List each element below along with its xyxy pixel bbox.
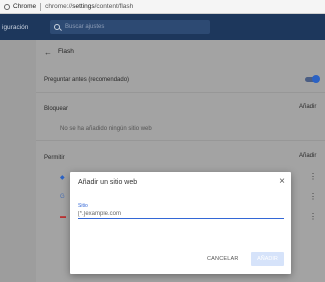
divider <box>36 140 325 141</box>
omnibox-site-label: Chrome <box>13 3 37 10</box>
add-button[interactable]: AÑADIR <box>251 252 284 266</box>
ask-first-toggle[interactable] <box>305 75 320 83</box>
back-arrow-icon[interactable]: ← <box>44 48 52 57</box>
divider <box>36 92 325 93</box>
more-menu-icon[interactable]: ⋮ <box>309 193 317 201</box>
url-path: /content/flash <box>94 3 134 10</box>
block-add-button[interactable]: Añadir <box>299 104 316 110</box>
search-box[interactable]: Buscar ajustes <box>50 20 210 34</box>
info-icon[interactable] <box>4 3 10 10</box>
toggle-knob <box>312 75 320 83</box>
dialog-title: Añadir un sitio web <box>78 179 138 186</box>
search-input[interactable]: Buscar ajustes <box>65 24 104 30</box>
allow-add-button[interactable]: Añadir <box>299 153 316 159</box>
url-host: settings <box>72 3 95 10</box>
site-input[interactable] <box>78 210 284 219</box>
add-site-dialog: Añadir un sitio web × Sitio CANCELAR AÑA… <box>70 172 291 274</box>
cancel-button[interactable]: CANCELAR <box>207 256 239 262</box>
google-favicon-icon: G <box>60 194 65 200</box>
site-field-label: Sitio <box>78 203 88 209</box>
url-prefix: chrome:// <box>45 3 73 10</box>
close-icon[interactable]: × <box>279 176 285 187</box>
page-title: iguración <box>2 23 29 31</box>
more-menu-icon[interactable]: ⋮ <box>309 173 317 181</box>
more-menu-icon[interactable]: ⋮ <box>309 213 317 221</box>
omnibox-url[interactable]: chrome://settings/content/flash <box>45 3 133 10</box>
address-bar[interactable]: Chrome chrome://settings/content/flash <box>0 0 325 14</box>
site-favicon-icon: ◆ <box>60 175 65 181</box>
settings-header: iguración Buscar ajustes <box>0 14 325 40</box>
block-empty-text: No se ha añadido ningún sitio web <box>60 126 152 132</box>
ask-first-label: Preguntar antes (recomendado) <box>44 77 130 83</box>
allow-heading: Permitir <box>44 155 65 161</box>
omnibox-divider <box>40 2 42 11</box>
block-heading: Bloquear <box>44 106 69 112</box>
site-favicon-icon: ▬ <box>60 214 66 220</box>
search-icon <box>54 24 60 30</box>
flash-page-title: Flash <box>58 48 74 55</box>
